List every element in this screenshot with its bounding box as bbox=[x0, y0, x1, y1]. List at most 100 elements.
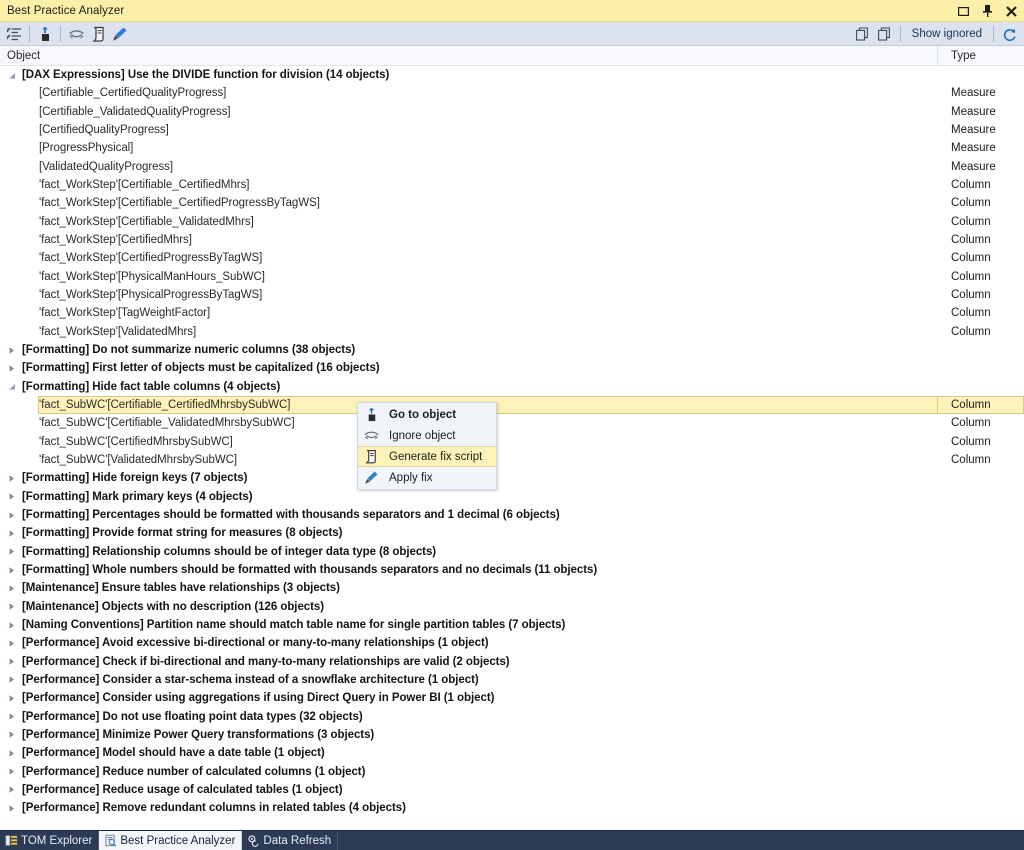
object-row[interactable]: 'fact_SubWC'[ValidatedMhrsbySubWC] Column bbox=[0, 451, 1024, 469]
cell-object[interactable]: 'fact_WorkStep'[CertifiedMhrs] bbox=[0, 231, 938, 249]
cell-object[interactable]: [Performance] Reduce number of calculate… bbox=[0, 762, 938, 780]
refresh-icon[interactable] bbox=[998, 24, 1020, 45]
object-row[interactable]: 'fact_WorkStep'[CertifiedProgressByTagWS… bbox=[0, 249, 1024, 267]
rule-group-row[interactable]: [Performance] Do not use floating point … bbox=[0, 707, 1024, 725]
rule-group-row[interactable]: [Formatting] Do not summarize numeric co… bbox=[0, 341, 1024, 359]
cell-object[interactable]: 'fact_WorkStep'[ValidatedMhrs] bbox=[0, 323, 938, 341]
expand-triangle-icon[interactable] bbox=[4, 763, 18, 781]
rule-group-row[interactable]: [Formatting] Mark primary keys (4 object… bbox=[0, 488, 1024, 506]
rule-group-row[interactable]: [Formatting] Hide foreign keys (7 object… bbox=[0, 469, 1024, 487]
expand-triangle-icon[interactable] bbox=[4, 653, 18, 671]
expand-triangle-icon[interactable] bbox=[4, 781, 18, 799]
cell-object[interactable]: [Performance] Reduce usage of calculated… bbox=[0, 781, 938, 799]
cell-object[interactable]: [DAX Expressions] Use the DIVIDE functio… bbox=[0, 66, 938, 84]
rule-group-row[interactable]: [DAX Expressions] Use the DIVIDE functio… bbox=[0, 66, 1024, 84]
cell-object[interactable]: [CertifiedQualityProgress] bbox=[0, 121, 938, 139]
context-menu-item[interactable]: Ignore object bbox=[358, 425, 496, 446]
object-row[interactable]: 'fact_SubWC'[Certifiable_ValidatedMhrsby… bbox=[0, 414, 1024, 432]
cell-object[interactable]: [Certifiable_ValidatedQualityProgress] bbox=[0, 103, 938, 121]
cell-object[interactable]: 'fact_WorkStep'[TagWeightFactor] bbox=[0, 304, 938, 322]
generate-fix-script-button[interactable] bbox=[87, 23, 109, 44]
cell-object[interactable]: [Formatting] Provide format string for m… bbox=[0, 524, 938, 542]
collapse-triangle-icon[interactable] bbox=[4, 66, 18, 84]
cell-object[interactable]: [Formatting] Whole numbers should be for… bbox=[0, 561, 938, 579]
context-menu-item[interactable]: Generate fix script bbox=[358, 446, 496, 467]
maximize-button[interactable] bbox=[957, 4, 970, 18]
expand-triangle-icon[interactable] bbox=[4, 689, 18, 707]
cell-object[interactable]: [Certifiable_CertifiedQualityProgress] bbox=[0, 84, 938, 102]
rule-group-row[interactable]: [Formatting] Whole numbers should be for… bbox=[0, 561, 1024, 579]
cell-object[interactable]: 'fact_WorkStep'[CertifiedProgressByTagWS… bbox=[0, 249, 938, 267]
rule-group-row[interactable]: [Maintenance] Ensure tables have relatio… bbox=[0, 579, 1024, 597]
cell-object[interactable]: 'fact_WorkStep'[Certifiable_CertifiedPro… bbox=[0, 194, 938, 212]
expand-triangle-icon[interactable] bbox=[4, 634, 18, 652]
cell-object[interactable]: 'fact_WorkStep'[PhysicalManHours_SubWC] bbox=[0, 268, 938, 286]
object-row[interactable]: [ValidatedQualityProgress] Measure bbox=[0, 158, 1024, 176]
object-row[interactable]: 'fact_WorkStep'[PhysicalProgressByTagWS]… bbox=[0, 286, 1024, 304]
bpa-results-grid[interactable]: [DAX Expressions] Use the DIVIDE functio… bbox=[0, 66, 1024, 830]
expand-triangle-icon[interactable] bbox=[4, 726, 18, 744]
collapse-triangle-icon[interactable] bbox=[4, 378, 18, 396]
tab-best-practice-analyzer[interactable]: Best Practice Analyzer bbox=[99, 831, 243, 850]
object-row[interactable]: [CertifiedQualityProgress] Measure bbox=[0, 121, 1024, 139]
rule-group-row[interactable]: [Performance] Consider a star-schema ins… bbox=[0, 671, 1024, 689]
column-header-type[interactable]: Type bbox=[938, 46, 1024, 65]
cell-object[interactable]: [Formatting] Do not summarize numeric co… bbox=[0, 341, 938, 359]
expand-triangle-icon[interactable] bbox=[4, 799, 18, 817]
show-ignored-button[interactable]: Show ignored bbox=[905, 28, 989, 40]
cell-object[interactable]: 'fact_WorkStep'[PhysicalProgressByTagWS] bbox=[0, 286, 938, 304]
tab-tom-explorer[interactable]: TOM Explorer bbox=[0, 831, 100, 850]
expand-triangle-icon[interactable] bbox=[4, 598, 18, 616]
copy-all-button[interactable] bbox=[874, 24, 896, 45]
expand-triangle-icon[interactable] bbox=[4, 744, 18, 762]
cell-object[interactable]: [Formatting] First letter of objects mus… bbox=[0, 359, 938, 377]
object-row[interactable]: 'fact_WorkStep'[CertifiedMhrs] Column bbox=[0, 231, 1024, 249]
cell-object[interactable]: 'fact_WorkStep'[Certifiable_CertifiedMhr… bbox=[0, 176, 938, 194]
rule-group-row[interactable]: [Performance] Avoid excessive bi-directi… bbox=[0, 634, 1024, 652]
rule-group-row[interactable]: [Maintenance] Objects with no descriptio… bbox=[0, 598, 1024, 616]
cell-object[interactable]: [Performance] Do not use floating point … bbox=[0, 707, 938, 725]
expand-triangle-icon[interactable] bbox=[4, 708, 18, 726]
cell-object[interactable]: [Formatting] Relationship columns should… bbox=[0, 543, 938, 561]
rule-group-row[interactable]: [Performance] Model should have a date t… bbox=[0, 744, 1024, 762]
show-all-button[interactable] bbox=[3, 23, 25, 44]
column-header-object[interactable]: Object bbox=[0, 46, 938, 65]
expand-triangle-icon[interactable] bbox=[4, 506, 18, 524]
cell-object[interactable]: [Performance] Remove redundant columns i… bbox=[0, 799, 938, 817]
rule-group-row[interactable]: [Performance] Remove redundant columns i… bbox=[0, 799, 1024, 817]
cell-object[interactable]: [Formatting] Percentages should be forma… bbox=[0, 506, 938, 524]
rule-group-row[interactable]: [Performance] Minimize Power Query trans… bbox=[0, 726, 1024, 744]
expand-triangle-icon[interactable] bbox=[4, 561, 18, 579]
object-row[interactable]: 'fact_WorkStep'[ValidatedMhrs] Column bbox=[0, 323, 1024, 341]
expand-triangle-icon[interactable] bbox=[4, 579, 18, 597]
object-row[interactable]: [Certifiable_ValidatedQualityProgress] Me… bbox=[0, 103, 1024, 121]
expand-triangle-icon[interactable] bbox=[4, 469, 18, 487]
object-row[interactable]: [Certifiable_CertifiedQualityProgress] Me… bbox=[0, 84, 1024, 102]
object-row[interactable]: 'fact_WorkStep'[Certifiable_CertifiedMhr… bbox=[0, 176, 1024, 194]
cell-object[interactable]: [Performance] Model should have a date t… bbox=[0, 744, 938, 762]
object-row[interactable]: [ProgressPhysical] Measure bbox=[0, 139, 1024, 157]
ignore-object-button[interactable] bbox=[65, 23, 87, 44]
context-menu[interactable]: Go to object Ignore object Generate fix sc… bbox=[357, 402, 497, 490]
context-menu-item[interactable]: Apply fix bbox=[358, 467, 496, 488]
rule-group-row[interactable]: [Naming Conventions] Partition name shou… bbox=[0, 616, 1024, 634]
cell-object[interactable]: [Performance] Minimize Power Query trans… bbox=[0, 726, 938, 744]
object-row[interactable]: 'fact_WorkStep'[TagWeightFactor] Column bbox=[0, 304, 1024, 322]
expand-triangle-icon[interactable] bbox=[4, 671, 18, 689]
object-row[interactable]: 'fact_SubWC'[Certifiable_CertifiedMhrsby… bbox=[0, 395, 1024, 415]
object-row[interactable]: 'fact_WorkStep'[PhysicalManHours_SubWC] C… bbox=[0, 268, 1024, 286]
expand-triangle-icon[interactable] bbox=[4, 524, 18, 542]
object-row[interactable]: 'fact_SubWC'[CertifiedMhrsbySubWC] Column bbox=[0, 433, 1024, 451]
cell-object[interactable]: [Performance] Consider using aggregation… bbox=[0, 689, 938, 707]
expand-triangle-icon[interactable] bbox=[4, 543, 18, 561]
rule-group-row[interactable]: [Performance] Reduce number of calculate… bbox=[0, 762, 1024, 780]
cell-object[interactable]: [Maintenance] Ensure tables have relatio… bbox=[0, 579, 938, 597]
rule-group-row[interactable]: [Formatting] Relationship columns should… bbox=[0, 543, 1024, 561]
rule-group-row[interactable]: [Formatting] First letter of objects mus… bbox=[0, 359, 1024, 377]
copy-button[interactable] bbox=[852, 24, 874, 45]
cell-object[interactable]: [Performance] Check if bi-directional an… bbox=[0, 653, 938, 671]
object-row[interactable]: 'fact_WorkStep'[Certifiable_CertifiedPro… bbox=[0, 194, 1024, 212]
cell-object[interactable]: [Formatting] Mark primary keys (4 object… bbox=[0, 488, 938, 506]
expand-triangle-icon[interactable] bbox=[4, 616, 18, 634]
rule-group-row[interactable]: [Performance] Consider using aggregation… bbox=[0, 689, 1024, 707]
